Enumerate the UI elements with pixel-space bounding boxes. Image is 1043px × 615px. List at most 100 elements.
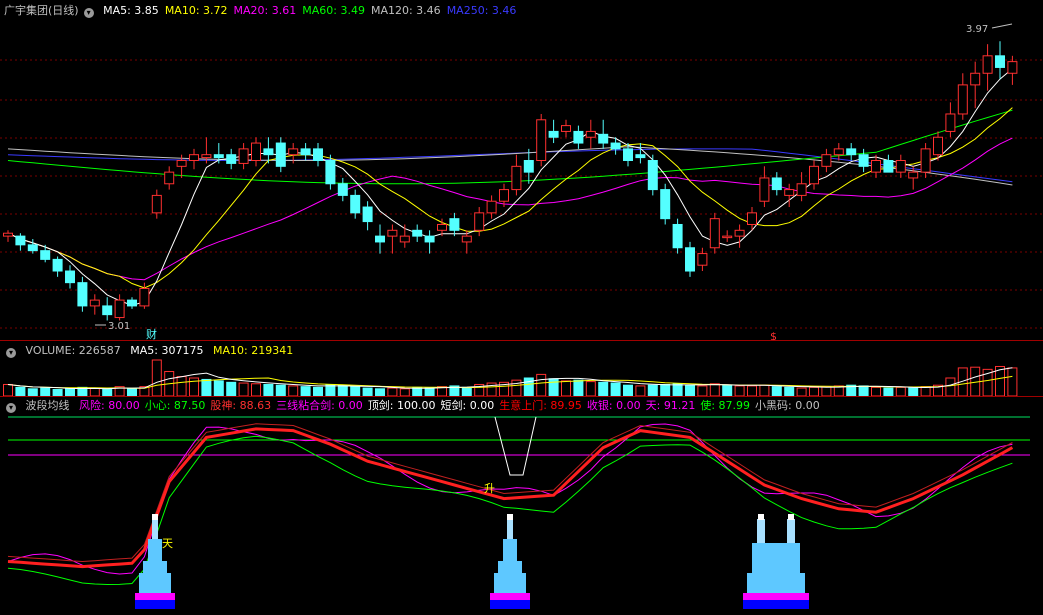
volume-bar-28 — [350, 386, 361, 396]
volume-bar-24 — [300, 386, 311, 396]
candle-body-68 — [846, 148, 857, 156]
candle-body-80 — [995, 55, 1005, 68]
volume-bar-74 — [920, 386, 931, 396]
signal-tower-1-tier1 — [139, 573, 171, 593]
candle-body-70 — [871, 160, 881, 173]
candle-body-66 — [821, 154, 832, 167]
candle-body-11 — [139, 287, 150, 307]
candle-body-37 — [461, 235, 472, 243]
signal-tower-2-base — [490, 600, 530, 609]
volume-bar-43 — [536, 373, 547, 396]
signal-tower-1-tier2 — [143, 561, 167, 573]
indicator-legend-7: 收银: 0.00 — [586, 399, 641, 412]
indicator-panel: 升天 ▾ 波段均线 风险: 80.00 小心: 87.50 股神: 88.63 三线粘… — [0, 397, 1043, 615]
candle-body-45 — [561, 125, 571, 132]
candle-body-64 — [796, 183, 807, 196]
candle-body-13 — [164, 171, 175, 185]
signal-tower-2-tier2 — [498, 561, 522, 573]
volume-bar-60 — [747, 385, 757, 396]
volume-bar-72 — [895, 386, 906, 396]
signal-tower-2-tip — [507, 514, 513, 520]
volume-bar-47 — [585, 381, 596, 396]
candle-body-79 — [982, 55, 993, 74]
candle-body-44 — [548, 130, 559, 138]
candle-body-21 — [263, 148, 274, 156]
candle-body-25 — [313, 148, 323, 162]
signal-tower-3-tip-a — [758, 514, 764, 520]
volume-bar-49 — [610, 382, 621, 396]
volume-bar-18 — [226, 381, 237, 396]
candle-body-42 — [523, 160, 534, 173]
signal-tower-1-base — [135, 600, 175, 609]
candle-body-9 — [114, 299, 125, 319]
ma60-line — [7, 109, 1013, 185]
signal-tower-1-tip — [152, 514, 158, 520]
volume-bar-21 — [263, 383, 274, 396]
candlestick-chart: 3.97 3.01 财 $ — [0, 23, 1043, 340]
volume-bar-16 — [201, 378, 212, 396]
volume-ma10: MA10: 219341 — [212, 344, 294, 357]
signal-tower-3-spire-b — [787, 519, 795, 543]
signal-tower-3-tier2 — [752, 543, 800, 573]
volume-bar-44 — [548, 378, 559, 396]
high-arrow-line — [991, 23, 1013, 29]
candle-body-75 — [933, 136, 943, 156]
candle-body-39 — [486, 200, 497, 214]
volume-bar-62 — [771, 386, 782, 396]
candle-body-24 — [300, 148, 311, 156]
indicator-legend-9: 使: 87.99 — [700, 399, 751, 412]
volume-bar-46 — [573, 379, 584, 396]
signal-tower-1-band — [135, 593, 175, 600]
candle-body-61 — [759, 177, 770, 202]
candle-body-43 — [536, 119, 547, 162]
candle-body-12 — [151, 194, 162, 214]
volume-bar-61 — [759, 384, 770, 396]
signal-tower-1-tier3 — [148, 539, 162, 561]
candle-body-16 — [201, 154, 212, 159]
volume-bar-51 — [635, 385, 646, 396]
volume-bar-65 — [809, 386, 819, 396]
candle-body-59 — [734, 229, 745, 237]
indicator-legend-5: 短剑: 0.00 — [440, 399, 495, 412]
candle-body-22 — [275, 142, 286, 167]
candle-body-50 — [623, 148, 633, 162]
volume-bar-14 — [176, 376, 187, 396]
volume-bar-10 — [127, 388, 137, 396]
indicator-toggle-icon[interactable]: ▾ — [6, 403, 16, 413]
low-price-label: 3.01 — [108, 321, 130, 332]
indicator-title: 波段均线 — [25, 399, 70, 412]
volume-bar-29 — [362, 387, 373, 396]
candle-body-2 — [27, 244, 38, 252]
indicator-chart: 升天 — [7, 416, 1030, 609]
volume-header: ▾ VOLUME: 226587 MA5: 307175 MA10: 21934… — [3, 344, 299, 358]
signal-tower-1-spire — [152, 519, 158, 539]
volume-title: VOLUME: 226587 — [25, 344, 121, 357]
volume-bar-0 — [3, 383, 13, 396]
volume-toggle-icon[interactable]: ▾ — [6, 348, 16, 358]
dollar-marker: $ — [770, 330, 777, 340]
candle-body-58 — [722, 235, 733, 239]
volume-bar-69 — [858, 385, 869, 396]
volume-bar-25 — [313, 386, 323, 396]
candle-body-27 — [337, 183, 348, 196]
candle-body-81 — [1007, 61, 1018, 74]
volume-ma5: MA5: 307175 — [130, 344, 204, 357]
candle-body-18 — [226, 154, 237, 164]
signal-tian-label: 天 — [162, 537, 173, 550]
candle-body-1 — [15, 235, 26, 246]
volume-bar-12 — [151, 359, 162, 396]
volume-bar-52 — [647, 384, 658, 396]
volume-bar-81 — [1007, 367, 1018, 396]
candle-body-55 — [685, 247, 695, 272]
candle-body-29 — [362, 206, 373, 223]
candle-body-4 — [52, 258, 63, 272]
indicator-legend-6: 生意上门: 89.95 — [499, 399, 582, 412]
candle-body-54 — [672, 223, 683, 249]
volume-bar-31 — [387, 387, 398, 396]
candle-body-49 — [610, 142, 621, 150]
candle-body-8 — [102, 305, 113, 316]
ma5-line — [7, 68, 1013, 306]
indicator-legend-8: 天: 91.21 — [645, 399, 696, 412]
volume-bar-32 — [399, 388, 410, 396]
signal-tower-3-base — [743, 600, 809, 609]
